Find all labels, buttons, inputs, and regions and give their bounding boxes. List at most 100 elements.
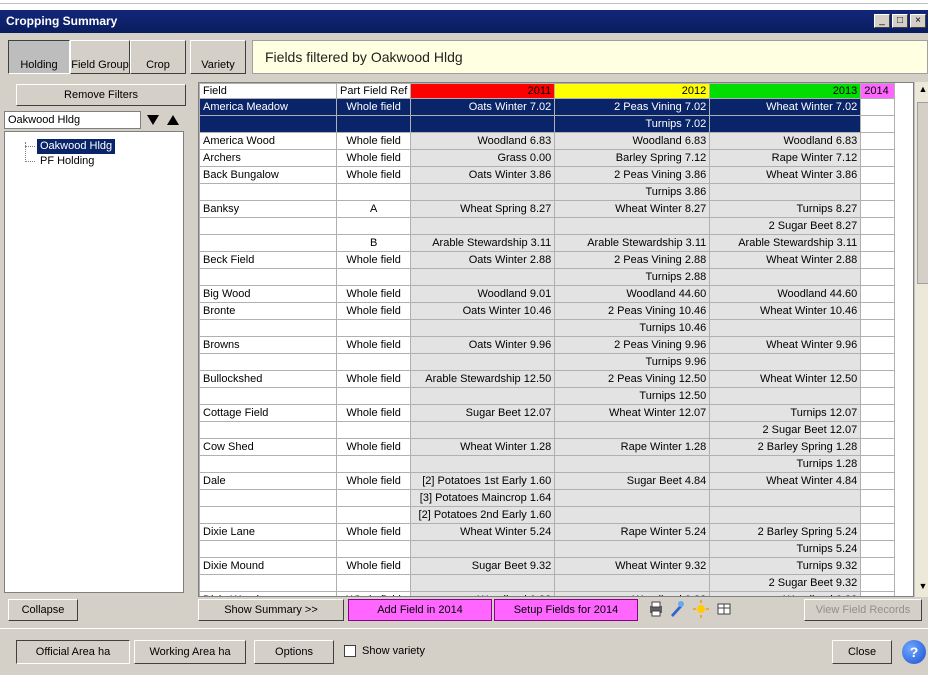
crop-2014-cell[interactable] bbox=[860, 132, 896, 150]
crop-2014-cell[interactable] bbox=[860, 166, 896, 184]
crop-2014-cell[interactable] bbox=[860, 115, 896, 133]
scroll-thumb[interactable] bbox=[917, 102, 928, 284]
crop-2012-cell[interactable]: 2 Peas Vining 2.88 bbox=[554, 251, 711, 269]
field-cell[interactable]: Banksy bbox=[199, 200, 337, 218]
col-header-field[interactable]: Field bbox=[199, 83, 337, 99]
part-field-cell[interactable] bbox=[335, 387, 412, 405]
crop-2013-cell[interactable] bbox=[709, 268, 862, 286]
show-variety-checkbox[interactable] bbox=[344, 645, 356, 657]
table-row[interactable]: America Meadow Whole field Oats Winter 7.0… bbox=[199, 98, 896, 116]
crop-2011-cell[interactable]: Woodland 0.88 bbox=[410, 591, 556, 596]
crop-2011-cell[interactable]: Wheat Spring 8.27 bbox=[410, 200, 556, 218]
crop-2013-cell[interactable] bbox=[709, 115, 862, 133]
crop-2012-cell[interactable]: Barley Spring 7.12 bbox=[554, 149, 711, 167]
crop-2014-cell[interactable] bbox=[860, 217, 896, 235]
crop-2013-cell[interactable]: Woodland 6.83 bbox=[709, 132, 862, 150]
working-area-button[interactable]: Working Area ha bbox=[134, 640, 246, 664]
crop-2011-cell[interactable]: Woodland 6.83 bbox=[410, 132, 556, 150]
close-button[interactable]: Close bbox=[832, 640, 892, 664]
table-row[interactable]: [2] Potatoes 2nd Early 1.60 bbox=[199, 506, 896, 524]
crop-2011-cell[interactable] bbox=[410, 217, 556, 235]
part-field-cell[interactable] bbox=[335, 540, 412, 558]
crop-2014-cell[interactable] bbox=[860, 455, 896, 473]
scroll-down-icon[interactable]: ▼ bbox=[916, 581, 928, 595]
tab-crop[interactable]: Crop bbox=[130, 40, 186, 74]
table-row[interactable]: 2 Sugar Beet 8.27 bbox=[199, 217, 896, 235]
tab-field-group[interactable]: Field Group bbox=[70, 40, 130, 74]
show-summary-button[interactable]: Show Summary >> bbox=[198, 599, 344, 621]
crop-2012-cell[interactable] bbox=[554, 574, 711, 592]
crop-2012-cell[interactable]: Turnips 2.88 bbox=[554, 268, 711, 286]
crop-2011-cell[interactable]: Oats Winter 7.02 bbox=[410, 98, 556, 116]
field-cell[interactable]: Bullockshed bbox=[199, 370, 337, 388]
crop-2012-cell[interactable]: 2 Peas Vining 12.50 bbox=[554, 370, 711, 388]
part-field-cell[interactable]: Whole field bbox=[335, 336, 412, 354]
filter-input[interactable]: Oakwood Hldg bbox=[4, 111, 141, 129]
part-field-cell[interactable] bbox=[335, 489, 412, 507]
table-row[interactable]: Dixie WoodWhole fieldWoodland 0.88Woodla… bbox=[199, 591, 896, 596]
crop-2013-cell[interactable]: 2 Sugar Beet 9.32 bbox=[709, 574, 862, 592]
crop-2013-cell[interactable] bbox=[709, 353, 862, 371]
part-field-cell[interactable] bbox=[335, 506, 412, 524]
sun-icon[interactable] bbox=[692, 599, 710, 621]
minimize-button[interactable]: _ bbox=[874, 14, 890, 28]
table-row[interactable]: Archers Whole field Grass 0.00 Barley Sprin… bbox=[199, 149, 896, 167]
table-row[interactable]: Dixie Mound Whole field Sugar Beet 9.32 Whe… bbox=[199, 557, 896, 575]
tab-variety[interactable]: Variety bbox=[190, 40, 246, 74]
crop-2014-cell[interactable] bbox=[860, 574, 896, 592]
crop-2012-cell[interactable]: Sugar Beet 4.84 bbox=[554, 472, 711, 490]
field-cell[interactable] bbox=[199, 387, 337, 405]
crop-2014-cell[interactable] bbox=[860, 387, 896, 405]
tools-icon[interactable] bbox=[668, 599, 686, 621]
field-cell[interactable]: Bronte bbox=[199, 302, 337, 320]
crop-2013-cell[interactable]: Wheat Winter 10.46 bbox=[709, 302, 862, 320]
crop-2013-cell[interactable] bbox=[709, 387, 862, 405]
crop-2011-cell[interactable]: Wheat Winter 5.24 bbox=[410, 523, 556, 541]
table-row[interactable]: Cow Shed Whole field Wheat Winter 1.28 Rape… bbox=[199, 438, 896, 456]
part-field-cell[interactable] bbox=[335, 319, 412, 337]
table-row[interactable]: America Wood Whole field Woodland 6.83 Wood… bbox=[199, 132, 896, 150]
crop-2011-cell[interactable]: Arable Stewardship 12.50 bbox=[410, 370, 556, 388]
move-up-arrow-icon[interactable] bbox=[164, 111, 182, 129]
crop-2012-cell[interactable]: Wheat Winter 12.07 bbox=[554, 404, 711, 422]
scroll-up-icon[interactable]: ▲ bbox=[916, 84, 928, 98]
crop-2012-cell[interactable]: Turnips 10.46 bbox=[554, 319, 711, 337]
crop-2014-cell[interactable] bbox=[860, 523, 896, 541]
crop-2013-cell[interactable]: Turnips 12.07 bbox=[709, 404, 862, 422]
table-row[interactable]: Bronte Whole field Oats Winter 10.46 2 Peas… bbox=[199, 302, 896, 320]
crop-2011-cell[interactable]: Sugar Beet 12.07 bbox=[410, 404, 556, 422]
part-field-cell[interactable]: Whole field bbox=[335, 472, 412, 490]
field-cell[interactable] bbox=[199, 506, 337, 524]
crop-2013-cell[interactable]: Turnips 9.32 bbox=[709, 557, 862, 575]
crop-2012-cell[interactable] bbox=[554, 489, 711, 507]
crop-2013-cell[interactable] bbox=[709, 506, 862, 524]
table-row[interactable]: Bullockshed Whole field Arable Stewardship… bbox=[199, 370, 896, 388]
crop-2014-cell[interactable] bbox=[860, 489, 896, 507]
part-field-cell[interactable]: Whole field bbox=[335, 285, 412, 303]
crop-2013-cell[interactable]: Wheat Winter 2.88 bbox=[709, 251, 862, 269]
crop-2014-cell[interactable] bbox=[860, 336, 896, 354]
crop-2012-cell[interactable]: Turnips 12.50 bbox=[554, 387, 711, 405]
crop-2013-cell[interactable]: 2 Sugar Beet 12.07 bbox=[709, 421, 862, 439]
crop-2011-cell[interactable] bbox=[410, 421, 556, 439]
field-cell[interactable] bbox=[199, 574, 337, 592]
field-cell[interactable]: Cow Shed bbox=[199, 438, 337, 456]
field-cell[interactable] bbox=[199, 319, 337, 337]
table-row[interactable]: 2 Sugar Beet 12.07 bbox=[199, 421, 896, 439]
field-cell[interactable]: Cottage Field bbox=[199, 404, 337, 422]
field-cell[interactable] bbox=[199, 421, 337, 439]
crop-2011-cell[interactable]: Arable Stewardship 3.11 bbox=[410, 234, 556, 252]
col-header-part[interactable]: Part Field Ref bbox=[335, 83, 412, 99]
crop-2011-cell[interactable]: Oats Winter 9.96 bbox=[410, 336, 556, 354]
table-row[interactable]: Big Wood Whole field Woodland 9.01 Woodland… bbox=[199, 285, 896, 303]
maximize-button[interactable]: □ bbox=[892, 14, 908, 28]
part-field-cell[interactable]: Whole field bbox=[335, 557, 412, 575]
close-window-button[interactable]: × bbox=[910, 14, 926, 28]
field-cell[interactable]: America Meadow bbox=[199, 98, 337, 116]
field-cell[interactable] bbox=[199, 353, 337, 371]
crop-2013-cell[interactable]: 2 Barley Spring 1.28 bbox=[709, 438, 862, 456]
crop-2012-cell[interactable]: Wheat Winter 8.27 bbox=[554, 200, 711, 218]
add-field-button[interactable]: Add Field in 2014 bbox=[348, 599, 492, 621]
table-row[interactable]: Turnips 5.24 bbox=[199, 540, 896, 558]
crop-2011-cell[interactable]: [2] Potatoes 2nd Early 1.60 bbox=[410, 506, 556, 524]
